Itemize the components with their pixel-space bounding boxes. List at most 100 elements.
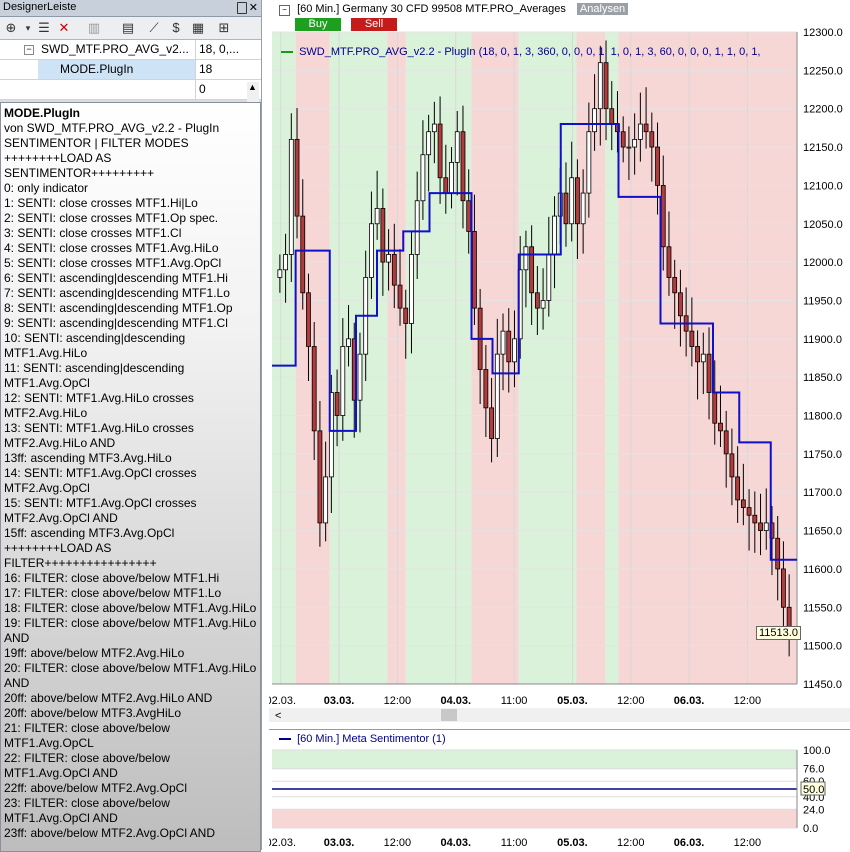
y-tick-label: 12050.0 — [803, 219, 843, 231]
description-line: MTF1.Avg.OpCl — [4, 376, 90, 390]
candle-body — [626, 146, 632, 149]
legend-line-icon — [281, 51, 293, 54]
chart-canvas[interactable]: 12300.0 12250.0 12200.0 12150.0 12100.0 12050… — [269, 0, 850, 722]
candle-body — [752, 514, 758, 524]
candle-body — [369, 223, 374, 278]
candle-body — [391, 254, 397, 286]
dropdown-icon[interactable]: ▾ — [20, 20, 36, 36]
candle-body — [540, 300, 546, 309]
price-chart[interactable]: 12300.0 12250.0 12200.0 12150.0 12100.0 12050… — [269, 0, 850, 722]
description-line: 23ff: above/below MTF2.Avg.OpCl AND — [4, 826, 215, 840]
description-line: MTF1.Avg.OpCl AND — [4, 811, 118, 825]
description-line: MTF1.Avg.OpCL — [4, 736, 94, 750]
collapse-icon[interactable]: − — [279, 5, 290, 16]
lower-zone — [272, 809, 797, 828]
description-line: 10: SENTI: ascending|descending — [4, 331, 186, 345]
x-tick-label: 04.03. — [440, 695, 471, 707]
candle-body — [649, 131, 655, 148]
candle-body — [380, 208, 386, 263]
collapse-icon[interactable]: − — [24, 45, 34, 55]
description-line: 20: FILTER: close above/below MTF1.Avg.H… — [4, 661, 257, 675]
sub-x-tick-label: 12:00 — [734, 837, 762, 849]
x-tick-label: 05.03. — [557, 695, 588, 707]
description-line: 18: FILTER: close above/below MTF1.Avg.H… — [4, 601, 257, 615]
candle-body — [603, 62, 609, 110]
sell-button[interactable]: Sell — [351, 18, 397, 31]
candle-body — [306, 292, 311, 347]
property-value[interactable]: 18 — [195, 60, 249, 79]
description-box: MODE.PlugIn von SWD_MTF.PRO_AVG_v2.2 - P… — [0, 102, 261, 852]
sub-x-tick-label: 03.03. — [324, 837, 355, 849]
description-title: MODE.PlugIn — [4, 106, 80, 120]
sub-x-tick-label: 06.03. — [674, 837, 705, 849]
indicator-label: SWD_MTF.PRO_AVG_v2.2 - PlugIn (18, 0, 1,… — [299, 46, 761, 58]
description-line: 16: FILTER: close above/below MTF1.Hi — [4, 571, 220, 585]
y-tick-label: 11500.0 — [803, 641, 842, 653]
x-tick-label: 06.03. — [674, 695, 705, 707]
sentiment-zone — [387, 32, 406, 684]
candle-body — [437, 123, 443, 179]
save-icon[interactable]: ▥ — [86, 20, 102, 36]
x-tick-label: 12:00 — [384, 695, 412, 707]
property-grid: − SWD_MTF.PRO_AVG_v2... 18, 0,... MODE.P… — [0, 40, 261, 138]
print-icon[interactable]: ▤ — [120, 20, 136, 36]
description-line: 20ff: above/below MTF2.Avg.HiLo AND — [4, 691, 213, 705]
candle-body — [592, 108, 597, 133]
description-line: 14: SENTI: MTF1.Avg.OpCl crosses — [4, 466, 197, 480]
scroll-left-icon: < — [275, 710, 281, 722]
candle-body — [283, 254, 288, 271]
y-tick-label: 12250.0 — [803, 65, 843, 77]
pin-icon[interactable] — [237, 2, 247, 14]
candle-body — [552, 215, 557, 255]
candle-body — [357, 353, 363, 401]
candle-body — [700, 353, 706, 363]
sub-y-tick-label: 0.0 — [803, 823, 818, 835]
close-icon[interactable]: ✕ — [249, 1, 258, 14]
sentimentor-canvas[interactable]: 100.076.060.050.040.024.00.050.002.03.03… — [269, 730, 850, 851]
candle-body — [666, 246, 672, 278]
candle-body — [706, 353, 712, 393]
delete-icon[interactable]: ✕ — [56, 20, 72, 36]
analysen-button[interactable]: Analysen — [576, 3, 629, 15]
candle-body — [489, 407, 494, 439]
description-line: MTF1.Avg.HiLo — [4, 346, 88, 360]
candle-body — [466, 200, 472, 232]
x-tick-label: 02.03. — [269, 695, 296, 707]
description-line: von SWD_MTF.PRO_AVG_v2.2 - PlugIn — [4, 121, 220, 135]
list-icon[interactable]: ☰ — [36, 20, 52, 36]
property-value[interactable]: 0 — [195, 80, 249, 99]
candle-body — [620, 131, 626, 148]
chart-scrollbar — [269, 708, 850, 722]
candle-body — [523, 246, 529, 271]
candle-body — [317, 430, 323, 524]
candle-body — [426, 131, 432, 156]
property-value[interactable]: 18, 0,... — [195, 40, 249, 59]
candle-body — [689, 330, 695, 347]
candle-body — [660, 185, 666, 248]
candle-body — [735, 476, 741, 501]
grid-icon[interactable]: ▦ — [190, 20, 206, 36]
description-line: ++++++++LOAD AS — [4, 151, 112, 165]
description-line: 13: SENTI: MTF1.Avg.HiLo crosses — [4, 421, 194, 435]
y-tick-label: 12100.0 — [803, 180, 843, 192]
candle-body — [672, 277, 678, 294]
sub-x-tick-label: 12:00 — [617, 837, 645, 849]
property-row[interactable]: 0 — [0, 80, 261, 100]
candle-body — [655, 146, 660, 186]
candle-body — [534, 292, 540, 309]
sentimentor-panel[interactable]: 100.076.060.050.040.024.00.050.002.03.03… — [269, 729, 850, 851]
description-line: 23: FILTER: close above/below — [4, 796, 170, 810]
property-row[interactable]: MODE.PlugIn 18 — [0, 60, 261, 80]
dollar-icon[interactable]: $ — [168, 20, 184, 36]
buy-button[interactable]: Buy — [295, 18, 341, 31]
candle-body — [597, 62, 603, 110]
candle-body — [403, 307, 409, 324]
line-icon[interactable]: ⟋ — [146, 20, 162, 36]
candle-body — [763, 522, 769, 531]
pin-toolbar-icon[interactable]: ⊞ — [216, 20, 232, 36]
sentimentor-title: [60 Min.] Meta Sentimentor (1) — [297, 733, 446, 745]
add-icon[interactable]: ⊕ — [3, 20, 19, 36]
property-row[interactable]: − SWD_MTF.PRO_AVG_v2... 18, 0,... — [0, 40, 261, 60]
scroll-up-icon[interactable]: ▲ — [248, 82, 257, 92]
description-line: AND — [4, 631, 30, 645]
